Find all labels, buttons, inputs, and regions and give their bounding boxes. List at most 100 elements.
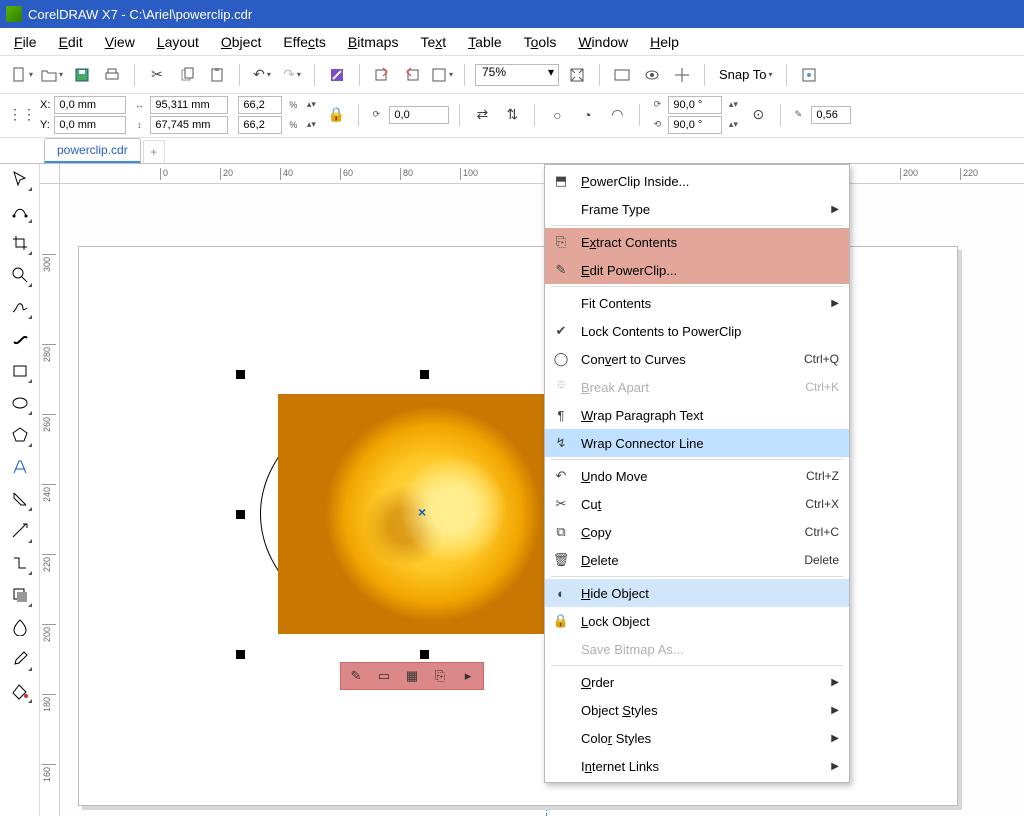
ruler-origin[interactable] [40,164,60,184]
ctx-powerclip-inside-[interactable]: ⬒PowerClip Inside... [545,167,849,195]
selection-center-icon[interactable]: × [418,504,426,520]
pc-select-icon[interactable]: ▭ [375,667,393,685]
options-button[interactable] [797,63,821,87]
mirror-h-icon[interactable]: ⇄ [470,103,494,127]
tab-powerclip[interactable]: powerclip.cdr [44,138,141,163]
lock-ratio-icon[interactable]: 🔒 [324,103,348,127]
dimension-tool[interactable] [9,520,31,542]
ctx-copy[interactable]: ⧉CopyCtrl+C [545,518,849,546]
width-input[interactable] [150,96,228,114]
connector-tool[interactable] [9,552,31,574]
zoom-tool[interactable] [9,264,31,286]
selection-handle-n[interactable] [420,370,429,379]
drop-shadow-tool[interactable] [9,584,31,606]
paste-button[interactable] [205,63,229,87]
ctx-lock-contents-to-powerclip[interactable]: ✔Lock Contents to PowerClip [545,317,849,345]
selection-handle-sw[interactable] [236,650,245,659]
ctx-color-styles[interactable]: Color Styles▶ [545,724,849,752]
rotation-input[interactable] [389,106,449,124]
selection-handle-w[interactable] [236,510,245,519]
search-button[interactable] [325,63,349,87]
ctx-wrap-paragraph-text[interactable]: ¶Wrap Paragraph Text [545,401,849,429]
artistic-media-tool[interactable] [9,328,31,350]
pc-lock-icon[interactable]: ▦ [403,667,421,685]
menu-file[interactable]: File [14,34,37,50]
ellipse-icon[interactable]: ○ [545,103,569,127]
menu-window[interactable]: Window [578,34,628,50]
undo-button[interactable]: ↶ [250,63,274,87]
mirror-v-icon[interactable]: ⇅ [500,103,524,127]
text-tool[interactable] [9,456,31,478]
ctx-delete[interactable]: 🗑DeleteDelete [545,546,849,574]
menu-layout[interactable]: Layout [157,34,199,50]
menu-object[interactable]: Object [221,34,261,50]
table-tool[interactable] [9,488,31,510]
start-angle-input[interactable] [668,96,722,114]
direction-icon[interactable]: ⊙ [746,103,770,127]
scale-x-input[interactable] [238,96,282,114]
menu-text[interactable]: Text [420,34,446,50]
ctx-internet-links[interactable]: Internet Links▶ [545,752,849,780]
canvas[interactable]: 0 20 40 60 80 100 200 220 300 280 260 24… [40,164,1024,816]
snap-to-dropdown[interactable]: Snap To [715,67,776,82]
menu-help[interactable]: Help [650,34,679,50]
redo-button[interactable]: ↷ [280,63,304,87]
ruler-vertical[interactable]: 300 280 260 240 220 200 180 160 [40,184,60,816]
transparency-tool[interactable] [9,616,31,638]
export-button[interactable] [400,63,424,87]
ctx-hide-object[interactable]: ◐Hide Object [545,579,849,607]
new-button[interactable] [10,63,34,87]
menu-view[interactable]: View [105,34,135,50]
ctx-lock-object[interactable]: 🔒Lock Object [545,607,849,635]
ctx-extract-contents[interactable]: ⎘Extract Contents [545,228,849,256]
ctx-frame-type[interactable]: Frame Type▶ [545,195,849,223]
ruler-horizontal[interactable]: 0 20 40 60 80 100 200 220 [60,164,1024,184]
publish-button[interactable] [430,63,454,87]
pie-icon[interactable]: ◔ [575,103,599,127]
menu-effects[interactable]: Effects [283,34,326,50]
scale-y-input[interactable] [238,116,282,134]
ctx-object-styles[interactable]: Object Styles▶ [545,696,849,724]
pc-more-icon[interactable]: ▸ [459,667,477,685]
fill-tool[interactable] [9,680,31,702]
ctx-cut[interactable]: ✂CutCtrl+X [545,490,849,518]
menu-tools[interactable]: Tools [524,34,557,50]
selection-handle-s[interactable] [420,650,429,659]
menu-edit[interactable]: Edit [59,34,83,50]
polygon-tool[interactable] [9,424,31,446]
rectangle-tool[interactable] [9,360,31,382]
alignment-button[interactable] [670,63,694,87]
ctx-edit-powerclip-[interactable]: ✎Edit PowerClip... [545,256,849,284]
fullscreen-button[interactable] [565,63,589,87]
y-input[interactable] [54,116,126,134]
pick-tool[interactable] [9,168,31,190]
copy-button[interactable] [175,63,199,87]
menu-bitmaps[interactable]: Bitmaps [348,34,399,50]
menu-table[interactable]: Table [468,34,501,50]
end-angle-input[interactable] [668,116,722,134]
print-button[interactable] [100,63,124,87]
save-button[interactable] [70,63,94,87]
x-input[interactable] [54,96,126,114]
import-button[interactable] [370,63,394,87]
ctx-wrap-connector-line[interactable]: ↯Wrap Connector Line [545,429,849,457]
cut-button[interactable]: ✂ [145,63,169,87]
shape-tool[interactable] [9,200,31,222]
tab-add-button[interactable]: + [143,140,165,163]
freehand-tool[interactable] [9,296,31,318]
ellipse-tool[interactable] [9,392,31,414]
height-input[interactable] [150,116,228,134]
preview-button[interactable] [610,63,634,87]
eye-button[interactable] [640,63,664,87]
outline-width-input[interactable] [811,106,851,124]
ctx-order[interactable]: Order▶ [545,668,849,696]
presets-icon[interactable]: ⋮⋮ [10,103,34,127]
pc-extract-icon[interactable]: ⎘ [431,667,449,685]
ctx-convert-to-curves[interactable]: ◯Convert to CurvesCtrl+Q [545,345,849,373]
crop-tool[interactable] [9,232,31,254]
arc-icon[interactable]: ◠ [605,103,629,127]
ctx-undo-move[interactable]: ↶Undo MoveCtrl+Z [545,462,849,490]
selection-handle-nw[interactable] [236,370,245,379]
pc-edit-icon[interactable]: ✎ [347,667,365,685]
eyedropper-tool[interactable] [9,648,31,670]
